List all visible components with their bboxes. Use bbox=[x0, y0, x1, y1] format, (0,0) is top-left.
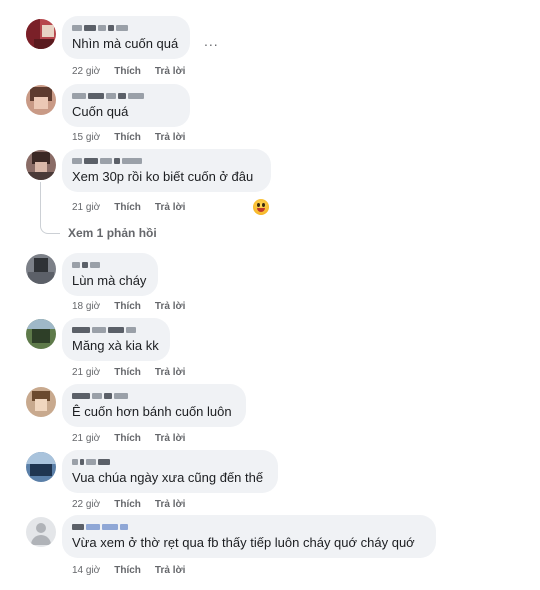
comment-bubble: Ê cuốn hơn bánh cuốn luôn bbox=[62, 384, 246, 427]
comment-bubble: Xem 30p rồi ko biết cuốn ở đâu bbox=[62, 149, 271, 192]
comment-text: Cuốn quá bbox=[72, 104, 129, 119]
comment-meta: 14 giờ Thích Trả lời bbox=[72, 565, 185, 576]
comment-text: Vua chúa ngày xưa cũng đến thế bbox=[72, 470, 264, 485]
comment-time[interactable]: 22 giờ bbox=[72, 66, 100, 77]
avatar[interactable] bbox=[26, 254, 56, 284]
comment-bubble: Vừa xem ở thờ rẹt qua fb thấy tiếp luôn … bbox=[62, 515, 436, 558]
comment-time[interactable]: 15 giờ bbox=[72, 132, 100, 143]
more-options-icon[interactable]: ... bbox=[204, 33, 219, 49]
reply-button[interactable]: Trả lời bbox=[155, 367, 185, 378]
author-name-blurred[interactable] bbox=[72, 155, 259, 166]
comment-meta: 21 giờ Thích Trả lời bbox=[72, 433, 185, 444]
like-button[interactable]: Thích bbox=[114, 202, 141, 213]
comment-time[interactable]: 14 giờ bbox=[72, 565, 100, 576]
comment-text: Vừa xem ở thờ rẹt qua fb thấy tiếp luôn … bbox=[72, 535, 415, 550]
avatar[interactable] bbox=[26, 150, 56, 180]
comment-time[interactable]: 21 giờ bbox=[72, 202, 100, 213]
comment-time[interactable]: 18 giờ bbox=[72, 301, 100, 312]
comment-text: Ê cuốn hơn bánh cuốn luôn bbox=[72, 404, 232, 419]
author-name-blurred[interactable] bbox=[72, 521, 424, 532]
like-button[interactable]: Thích bbox=[114, 132, 141, 143]
comment-bubble: Măng xà kia kk bbox=[62, 318, 170, 361]
comment-bubble: Lùn mà cháy bbox=[62, 253, 158, 296]
like-button[interactable]: Thích bbox=[114, 301, 141, 312]
author-name-blurred[interactable] bbox=[72, 390, 234, 401]
like-button[interactable]: Thích bbox=[114, 66, 141, 77]
reply-button[interactable]: Trả lời bbox=[155, 202, 185, 213]
reply-button[interactable]: Trả lời bbox=[155, 301, 185, 312]
comment-time[interactable]: 22 giờ bbox=[72, 499, 100, 510]
comment-meta: 21 giờ Thích Trả lời bbox=[72, 202, 185, 213]
comment-text: Xem 30p rồi ko biết cuốn ở đâu bbox=[72, 169, 254, 184]
reply-button[interactable]: Trả lời bbox=[155, 499, 185, 510]
author-name-blurred[interactable] bbox=[72, 456, 266, 467]
reply-button[interactable]: Trả lời bbox=[155, 565, 185, 576]
avatar[interactable] bbox=[26, 319, 56, 349]
comment-meta: 15 giờ Thích Trả lời bbox=[72, 132, 185, 143]
comment-bubble: Vua chúa ngày xưa cũng đến thế bbox=[62, 450, 278, 493]
author-name-blurred[interactable] bbox=[72, 22, 178, 33]
author-name-blurred[interactable] bbox=[72, 259, 146, 270]
like-button[interactable]: Thích bbox=[114, 433, 141, 444]
comment-bubble: Cuốn quá bbox=[62, 84, 190, 127]
comment-text: Lùn mà cháy bbox=[72, 273, 147, 288]
thread-connector-line bbox=[40, 182, 60, 234]
reply-button[interactable]: Trả lời bbox=[155, 433, 185, 444]
like-button[interactable]: Thích bbox=[114, 367, 141, 378]
comment-text: Măng xà kia kk bbox=[72, 338, 159, 353]
comment-meta: 22 giờ Thích Trả lời bbox=[72, 499, 185, 510]
avatar[interactable] bbox=[26, 85, 56, 115]
comment-text: Nhìn mà cuốn quá bbox=[72, 36, 179, 51]
comment-meta: 18 giờ Thích Trả lời bbox=[72, 301, 185, 312]
comment-time[interactable]: 21 giờ bbox=[72, 433, 100, 444]
like-button[interactable]: Thích bbox=[114, 565, 141, 576]
comment-bubble: Nhìn mà cuốn quá bbox=[62, 16, 190, 59]
avatar[interactable] bbox=[26, 387, 56, 417]
comment-meta: 21 giờ Thích Trả lời bbox=[72, 367, 185, 378]
laughing-emoji-icon[interactable] bbox=[253, 199, 269, 215]
view-replies-link[interactable]: Xem 1 phản hồi bbox=[68, 226, 157, 240]
comment-time[interactable]: 21 giờ bbox=[72, 367, 100, 378]
reply-button[interactable]: Trả lời bbox=[155, 66, 185, 77]
avatar[interactable] bbox=[26, 19, 56, 49]
reply-button[interactable]: Trả lời bbox=[155, 132, 185, 143]
like-button[interactable]: Thích bbox=[114, 499, 141, 510]
author-name-blurred[interactable] bbox=[72, 324, 158, 335]
comment-meta: 22 giờ Thích Trả lời bbox=[72, 66, 185, 77]
avatar[interactable] bbox=[26, 517, 56, 547]
author-name-blurred[interactable] bbox=[72, 90, 178, 101]
avatar[interactable] bbox=[26, 452, 56, 482]
